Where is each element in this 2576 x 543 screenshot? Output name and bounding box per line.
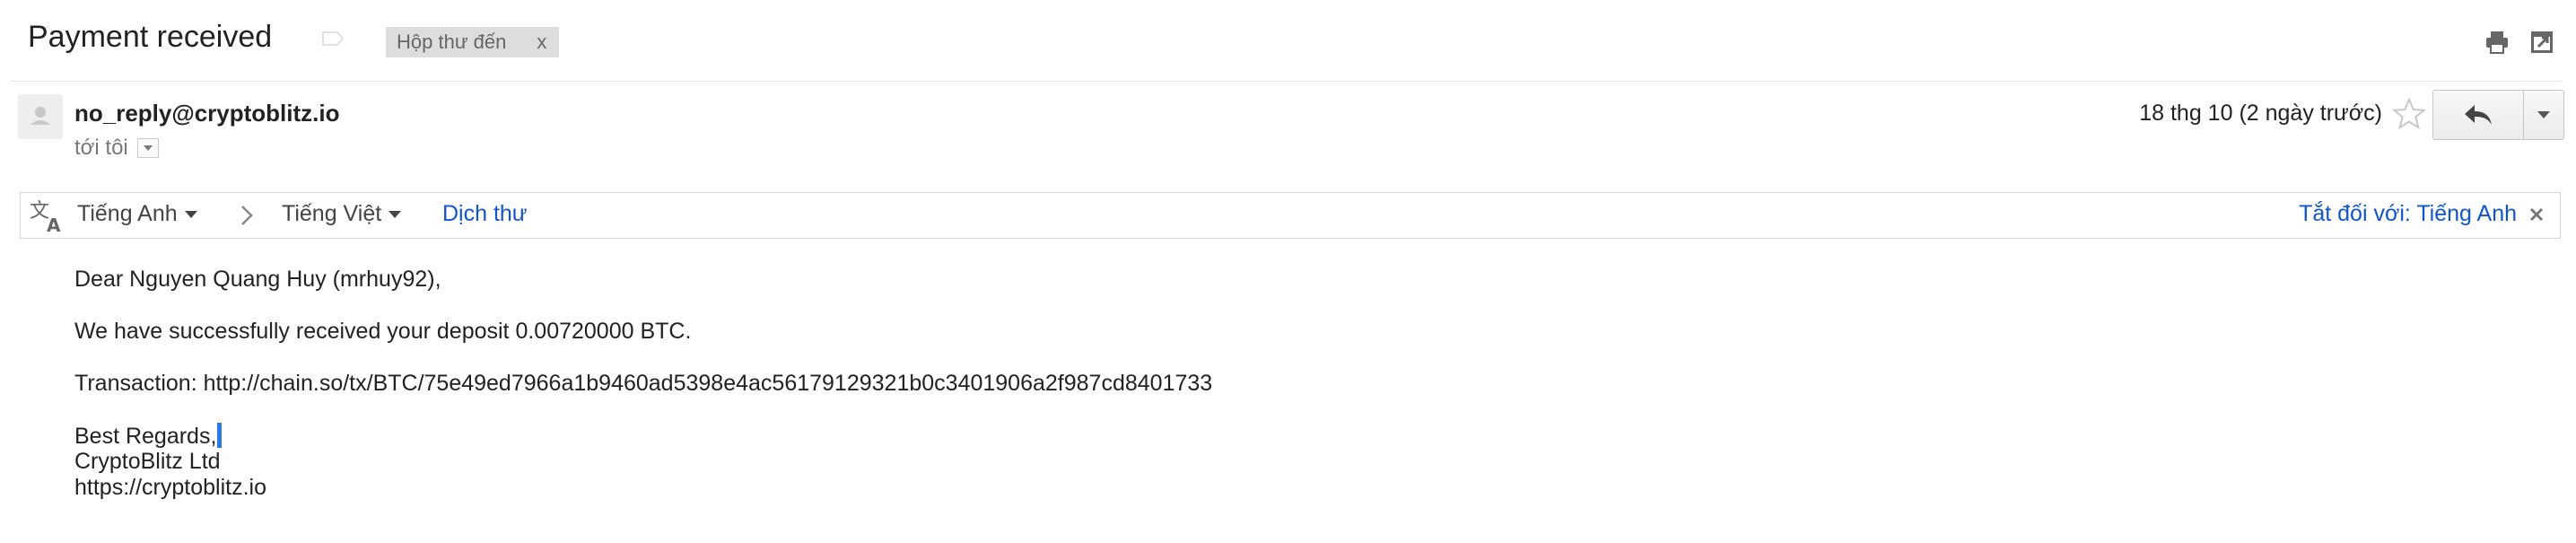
caret-down-icon xyxy=(389,210,402,218)
remove-label-button[interactable]: x xyxy=(537,31,546,54)
website-link[interactable]: https://cryptoblitz.io xyxy=(74,475,266,501)
star-icon[interactable] xyxy=(2392,97,2426,131)
recipient-line: tới tôi xyxy=(74,136,159,161)
reply-button[interactable] xyxy=(2432,90,2524,140)
sender-address[interactable]: no_reply@cryptoblitz.io xyxy=(74,100,340,127)
signoff-text: Best Regards, xyxy=(74,424,217,449)
target-language-label: Tiếng Việt xyxy=(282,201,382,226)
company-name: CryptoBlitz Ltd xyxy=(74,449,221,474)
recipient-text: tới tôi xyxy=(74,136,128,160)
source-language-select[interactable]: Tiếng Anh xyxy=(77,201,197,227)
turn-off-translation-link[interactable]: Tắt đối với: Tiếng Anh xyxy=(2299,201,2517,227)
svg-text:A: A xyxy=(47,215,61,233)
source-language-label: Tiếng Anh xyxy=(77,201,178,226)
signoff-line: Best Regards, xyxy=(74,423,223,450)
close-icon[interactable] xyxy=(2527,205,2546,224)
translate-icon: 文 A xyxy=(30,200,61,233)
show-details-dropdown[interactable] xyxy=(136,138,159,158)
target-language-select[interactable]: Tiếng Việt xyxy=(282,201,402,227)
print-icon[interactable] xyxy=(2484,29,2511,56)
transaction-text[interactable]: Transaction: http://chain.so/tx/BTC/75e4… xyxy=(74,371,1212,397)
text-cursor xyxy=(217,423,223,448)
deposit-text: We have successfully received your depos… xyxy=(74,319,692,344)
more-actions-button[interactable] xyxy=(2523,90,2564,140)
header-divider xyxy=(11,81,2562,82)
person-icon xyxy=(31,107,50,125)
caret-down-icon xyxy=(184,210,197,218)
inbox-label-text: Hộp thư đến xyxy=(397,31,507,53)
importance-marker-icon[interactable] xyxy=(321,31,345,47)
email-subject: Payment received xyxy=(28,20,273,54)
avatar xyxy=(18,94,63,139)
translate-message-link[interactable]: Dịch thư xyxy=(442,201,528,227)
reply-button-group xyxy=(2432,90,2564,140)
chevron-right-icon xyxy=(241,206,253,225)
reply-icon xyxy=(2465,105,2492,125)
new-window-icon[interactable] xyxy=(2528,29,2555,56)
inbox-label-chip[interactable]: Hộp thư đến x xyxy=(386,27,560,57)
greeting-text: Dear Nguyen Quang Huy (mrhuy92), xyxy=(74,267,441,292)
email-date: 18 thg 10 (2 ngày trước) xyxy=(2139,101,2382,126)
